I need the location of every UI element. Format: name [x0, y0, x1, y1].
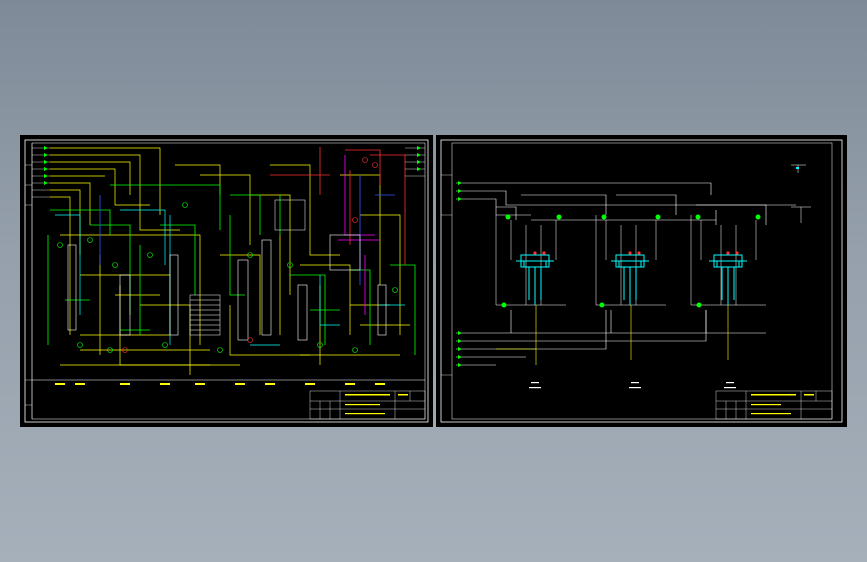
drawing-sheet-piping[interactable]	[436, 135, 847, 427]
collector-arrows	[458, 331, 462, 367]
detail-callout	[791, 164, 811, 223]
sheet-inner-border	[31, 142, 426, 420]
title-block-text-marks	[751, 394, 814, 415]
inlet-stream-list	[32, 146, 50, 198]
equipment-columns	[67, 199, 387, 341]
left-revision-column	[25, 143, 33, 419]
process-train-3	[690, 214, 766, 308]
process-train-1	[495, 214, 566, 308]
outlet-arrows	[417, 146, 421, 171]
heat-exchanger-bundle	[189, 294, 221, 336]
bottom-stream-outlets	[32, 379, 425, 385]
title-block-text-marks	[345, 394, 408, 415]
collector-yellow-pipes	[496, 305, 729, 365]
left-revision-column	[441, 174, 452, 376]
cad-viewer-canvas	[0, 0, 867, 562]
piping-diagram	[440, 139, 843, 423]
outlet-stream-list	[405, 147, 425, 177]
sheet-border	[440, 139, 843, 423]
process-train-2	[595, 214, 666, 308]
detail-callout-mark	[796, 167, 799, 169]
sheet-inner-border	[451, 142, 833, 420]
unit-label-marks	[529, 382, 736, 389]
collector-pipes	[456, 310, 766, 366]
drawing-sheet-process-flow[interactable]	[20, 135, 433, 427]
header-arrows	[458, 181, 462, 201]
process-flow-diagram	[24, 139, 429, 423]
sheet-border	[24, 139, 429, 423]
